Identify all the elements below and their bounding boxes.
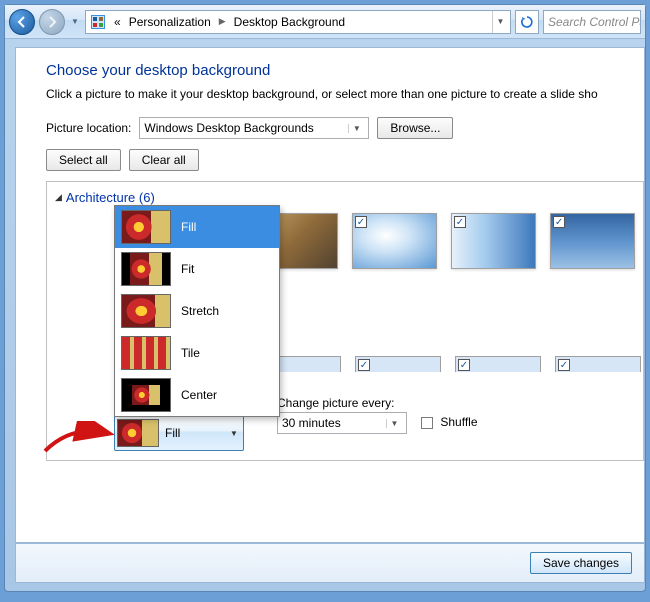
wallpaper-thumb[interactable]: ✓ [555, 356, 641, 372]
picture-location-label: Picture location: [46, 121, 131, 135]
position-option-fill[interactable]: Fill [115, 206, 279, 248]
thumb-checkbox[interactable]: ✓ [454, 216, 466, 228]
breadcrumb-personalization[interactable]: Personalization [127, 15, 213, 29]
thumb-checkbox[interactable]: ✓ [355, 216, 367, 228]
position-option-label: Tile [181, 346, 200, 360]
clear-all-button[interactable]: Clear all [129, 149, 199, 171]
position-thumb-center-icon [121, 378, 171, 412]
position-option-label: Fill [181, 220, 196, 234]
change-picture-every-label: Change picture every: [277, 396, 407, 410]
position-thumb-icon [117, 419, 159, 447]
wallpaper-thumb[interactable]: ✓ [455, 356, 541, 372]
picture-position-select[interactable]: Fill ▼ [114, 415, 244, 451]
wallpaper-thumb[interactable]: ✓ [355, 356, 441, 372]
change-interval-select[interactable]: 30 minutes ▼ [277, 412, 407, 434]
shuffle-label: Shuffle [440, 415, 477, 429]
picture-location-value: Windows Desktop Backgrounds [144, 121, 344, 135]
position-option-center[interactable]: Center [115, 374, 279, 416]
back-button[interactable] [9, 9, 35, 35]
change-interval-value: 30 minutes [282, 416, 382, 430]
footer-bar: Save changes [15, 543, 645, 583]
wallpaper-thumb[interactable]: ✓ [451, 213, 536, 269]
forward-button[interactable] [39, 9, 65, 35]
position-option-tile[interactable]: Tile [115, 332, 279, 374]
search-input[interactable]: Search Control Pa [543, 10, 641, 34]
group-header-architecture[interactable]: ◢ Architecture (6) [55, 190, 635, 205]
position-thumb-stretch-icon [121, 294, 171, 328]
breadcrumb-prefix[interactable]: « [112, 15, 123, 29]
position-option-label: Fit [181, 262, 194, 276]
group-title: Architecture (6) [66, 190, 155, 205]
wallpaper-thumb[interactable]: ✓ [352, 213, 437, 269]
select-all-button[interactable]: Select all [46, 149, 121, 171]
page-subtitle: Click a picture to make it your desktop … [46, 87, 644, 101]
collapse-icon: ◢ [55, 192, 62, 203]
breadcrumb[interactable]: « Personalization ▶ Desktop Background ▼ [85, 10, 511, 34]
thumb-checkbox[interactable]: ✓ [458, 359, 470, 371]
nav-bar: ▼ « Personalization ▶ Desktop Background… [5, 5, 645, 39]
save-changes-button[interactable]: Save changes [530, 552, 632, 574]
breadcrumb-sep-icon: ▶ [217, 16, 228, 27]
breadcrumb-desktop-background[interactable]: Desktop Background [232, 15, 347, 29]
position-thumb-fill-icon [121, 210, 171, 244]
nav-history-dropdown[interactable]: ▼ [69, 10, 81, 34]
wallpaper-thumb[interactable]: ✓ [550, 213, 635, 269]
thumb-checkbox[interactable]: ✓ [358, 359, 370, 371]
breadcrumb-dropdown-icon[interactable]: ▼ [492, 11, 508, 33]
content-area: Choose your desktop background Click a p… [15, 47, 645, 543]
position-option-label: Center [181, 388, 217, 402]
picture-position-dropdown: Fill Fit Stretch Tile Center [114, 205, 280, 417]
position-option-label: Stretch [181, 304, 219, 318]
chevron-down-icon: ▼ [386, 419, 402, 428]
thumb-checkbox[interactable]: ✓ [558, 359, 570, 371]
shuffle-checkbox[interactable] [421, 417, 433, 429]
shuffle-checkbox-wrap[interactable]: Shuffle [421, 415, 478, 429]
position-option-stretch[interactable]: Stretch [115, 290, 279, 332]
refresh-button[interactable] [515, 10, 539, 34]
chevron-down-icon: ▼ [348, 124, 364, 133]
page-title: Choose your desktop background [46, 62, 644, 79]
position-thumb-tile-icon [121, 336, 171, 370]
picture-position-value: Fill [165, 426, 180, 440]
thumb-checkbox[interactable]: ✓ [553, 216, 565, 228]
position-option-fit[interactable]: Fit [115, 248, 279, 290]
control-panel-icon [90, 14, 106, 30]
chevron-down-icon: ▼ [227, 429, 241, 438]
browse-button[interactable]: Browse... [377, 117, 453, 139]
position-thumb-fit-icon [121, 252, 171, 286]
picture-location-select[interactable]: Windows Desktop Backgrounds ▼ [139, 117, 369, 139]
